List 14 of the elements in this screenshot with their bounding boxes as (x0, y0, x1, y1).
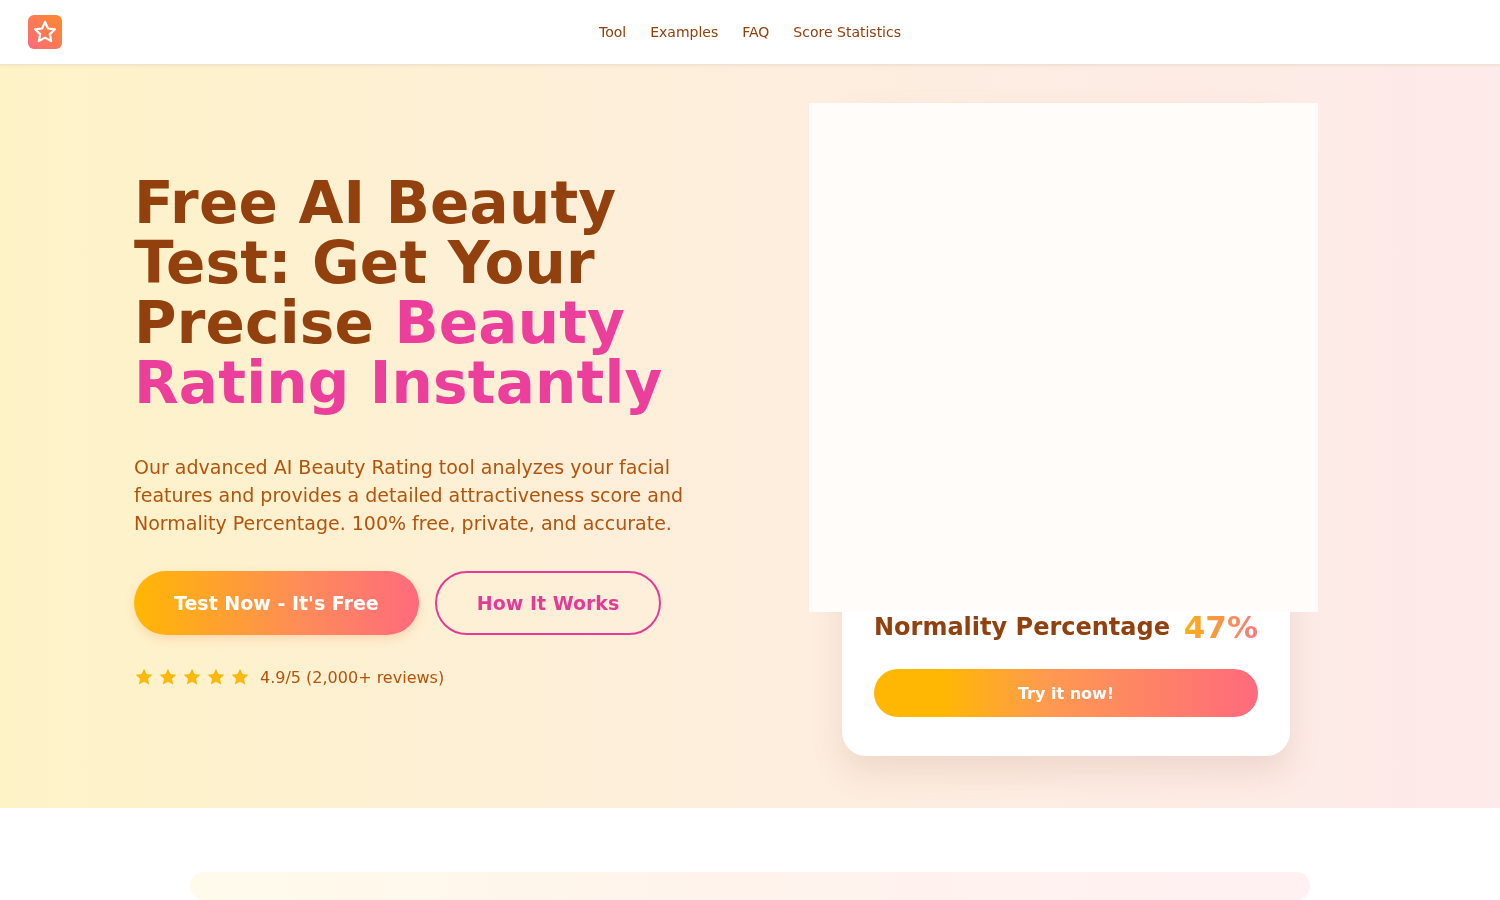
rating-text: 4.9/5 (2,000+ reviews) (260, 667, 445, 687)
star-icon (230, 667, 250, 687)
nav-link[interactable]: Tool (599, 24, 627, 40)
nav-link[interactable]: Score Statistics (793, 24, 901, 40)
stat-label: Normality Percentage (874, 613, 1170, 641)
star-icon (134, 667, 154, 687)
star-logo-icon[interactable] (28, 15, 62, 49)
star-icon (182, 667, 202, 687)
star-icon (206, 667, 226, 687)
star-icon (158, 667, 178, 687)
hero-description: Our advanced AI Beauty Rating tool analyzes your facial features and provides a detailed attractiveness score and Normality Percentage. 100% free, private, and accurate. (134, 455, 684, 536)
nav-link[interactable]: FAQ (742, 24, 770, 40)
nav-link[interactable]: Examples (650, 24, 719, 40)
hero-title: Free AI Beauty Test: Get Your Precise Beauty Rating Instantly (134, 173, 664, 413)
